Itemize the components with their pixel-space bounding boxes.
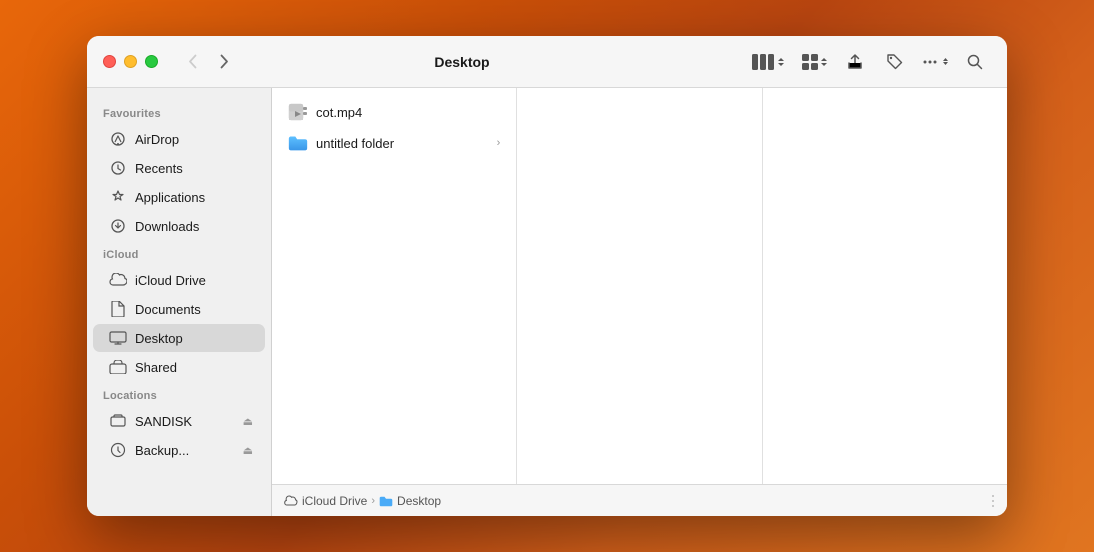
breadcrumb-separator: › [371,495,375,507]
file-column-3 [763,88,1007,484]
icloud-header: iCloud [87,241,271,265]
sidebar-item-backup[interactable]: Backup... ⏏ [93,436,265,464]
breadcrumb-icloud-label: iCloud Drive [302,494,367,508]
share-button[interactable] [839,48,871,76]
downloads-label: Downloads [135,219,199,234]
breadcrumb-cloud-icon [284,495,298,506]
maximize-button[interactable] [145,55,158,68]
desktop-label: Desktop [135,331,183,346]
locations-header: Locations [87,382,271,406]
applications-icon [109,188,127,206]
favourites-header: Favourites [87,100,271,124]
window-title: Desktop [190,54,734,70]
close-button[interactable] [103,55,116,68]
sidebar: Favourites AirDrop [87,88,272,516]
tag-button[interactable] [879,48,911,76]
grid-icon [802,54,820,70]
sidebar-item-documents[interactable]: Documents [93,295,265,323]
sidebar-item-airdrop[interactable]: AirDrop [93,125,265,153]
share-icon [848,54,862,70]
backup-eject-icon[interactable]: ⏏ [243,444,253,457]
recents-icon [109,159,127,177]
shared-icon [109,358,127,376]
titlebar: Desktop [87,36,1007,88]
more-button[interactable] [919,48,951,76]
folder-file-icon [288,133,308,153]
applications-label: Applications [135,190,205,205]
updown-chevron-icon [777,57,785,67]
columns-icon [752,54,774,70]
sidebar-item-shared[interactable]: Shared [93,353,265,381]
video-file-icon [288,102,308,122]
sidebar-item-applications[interactable]: Applications [93,183,265,211]
documents-icon [109,300,127,318]
column-resize-handle[interactable] [991,489,995,513]
minimize-button[interactable] [124,55,137,68]
traffic-lights [103,55,158,68]
sidebar-item-icloud-drive[interactable]: iCloud Drive [93,266,265,294]
airdrop-label: AirDrop [135,132,179,147]
cot-mp4-name: cot.mp4 [316,105,500,120]
sandisk-label: SANDISK [135,414,192,429]
untitled-folder-name: untitled folder [316,136,489,151]
icloud-drive-icon [109,271,127,289]
file-area: cot.mp4 [272,88,1007,516]
breadcrumb-desktop-label: Desktop [397,494,441,508]
backup-label: Backup... [135,443,189,458]
icloud-drive-label: iCloud Drive [135,273,206,288]
tag-icon [887,54,903,70]
file-item-untitled-folder[interactable]: untitled folder › [276,128,512,158]
sidebar-item-sandisk[interactable]: SANDISK ⏏ [93,407,265,435]
finder-window: Desktop [87,36,1007,516]
shared-label: Shared [135,360,177,375]
search-icon [967,54,983,70]
file-column-2 [517,88,762,484]
breadcrumb-folder-icon [379,495,393,507]
documents-label: Documents [135,302,201,317]
sidebar-item-recents[interactable]: Recents [93,154,265,182]
backup-icon [109,441,127,459]
file-columns: cot.mp4 [272,88,1007,484]
sandisk-eject-icon[interactable]: ⏏ [243,415,253,428]
more-icon [921,54,939,70]
file-column-1: cot.mp4 [272,88,517,484]
breadcrumb-icloud[interactable]: iCloud Drive [284,494,367,508]
more-chevron-icon [942,57,949,66]
desktop-icon [109,329,127,347]
airdrop-icon [109,130,127,148]
downloads-icon [109,217,127,235]
bottom-bar: iCloud Drive › Desktop [272,484,1007,516]
search-button[interactable] [959,48,991,76]
folder-chevron-icon: › [497,137,501,149]
breadcrumb-desktop[interactable]: Desktop [379,494,441,508]
main-content: Favourites AirDrop [87,88,1007,516]
recents-label: Recents [135,161,183,176]
sidebar-item-downloads[interactable]: Downloads [93,212,265,240]
file-item-cot-mp4[interactable]: cot.mp4 [276,97,512,127]
grid-view-button[interactable] [799,48,831,76]
sandisk-icon [109,412,127,430]
column-view-button[interactable] [746,50,791,74]
sidebar-item-desktop[interactable]: Desktop [93,324,265,352]
toolbar-right [746,48,991,76]
grid-chevron-icon [820,57,828,67]
